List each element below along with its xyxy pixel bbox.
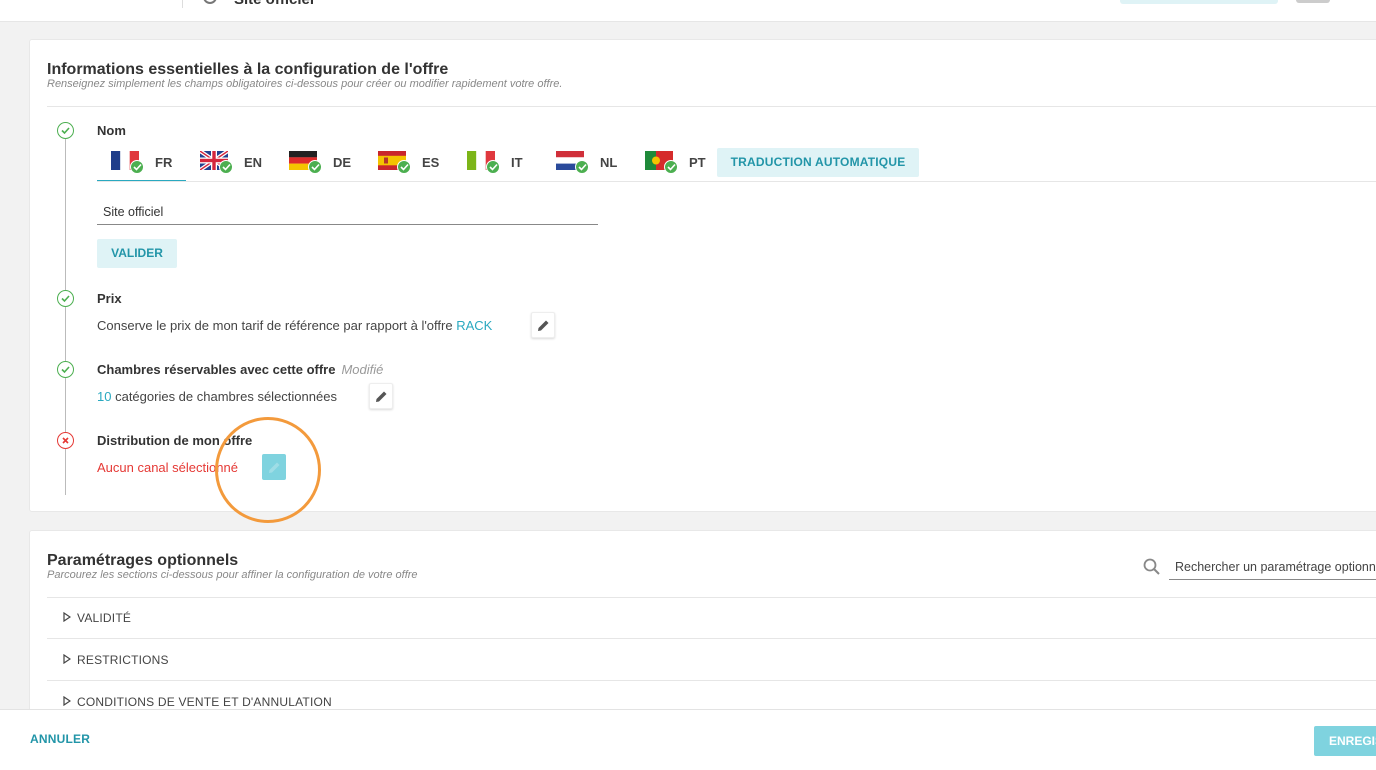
bottom-action-bar: ANNULER ENREGISTRER xyxy=(0,709,1376,770)
divider xyxy=(47,106,1376,107)
distribution-status: Aucun canal sélectionné xyxy=(97,460,238,475)
error-circle-icon xyxy=(57,432,74,449)
check-icon xyxy=(130,160,144,174)
optional-title: Paramétrages optionnels xyxy=(47,552,239,569)
offer-name-input[interactable] xyxy=(97,200,598,225)
price-description: Conserve le prix de mon tarif de référen… xyxy=(97,318,492,333)
rooms-label-text: Chambres réservables avec cette offre xyxy=(97,362,336,377)
optional-search-input[interactable] xyxy=(1169,555,1376,580)
offer-icon xyxy=(203,0,217,4)
tab-lang-code: NL xyxy=(600,155,618,170)
section-validite[interactable]: VALIDITÉ xyxy=(47,597,1376,639)
price-reference-link[interactable]: RACK xyxy=(456,318,492,333)
page-title: Site officiel xyxy=(234,0,314,8)
section-label: RESTRICTIONS xyxy=(77,653,169,667)
tab-lang-code: DE xyxy=(333,155,352,170)
tab-lang-fr[interactable]: FR xyxy=(97,148,186,182)
optional-subtitle: Parcourez les sections ci-dessous pour a… xyxy=(47,569,418,581)
distribution-label: Distribution de mon offre xyxy=(97,433,253,448)
section-label: VALIDITÉ xyxy=(77,611,132,625)
section-label: CONDITIONS DE VENTE ET D'ANNULATION xyxy=(77,695,332,709)
tab-lang-pt[interactable]: PT xyxy=(631,148,720,182)
rooms-label: Chambres réservables avec cette offre Mod… xyxy=(97,362,383,377)
rooms-count: 10 xyxy=(97,389,112,404)
modified-badge: Modifié xyxy=(341,362,384,377)
name-label: Nom xyxy=(97,123,126,138)
cancel-button[interactable]: ANNULER xyxy=(30,732,90,746)
price-text: Conserve le prix de mon tarif de référen… xyxy=(97,318,453,333)
tab-lang-code: PT xyxy=(689,155,706,170)
essentials-subtitle: Renseignez simplement les champs obligat… xyxy=(47,78,563,90)
top-header: Site officiel xyxy=(0,0,1376,22)
edit-rooms-button[interactable] xyxy=(369,383,393,409)
rooms-text: catégories de chambres sélectionnées xyxy=(115,389,337,404)
caret-right-icon xyxy=(63,654,71,664)
caret-right-icon xyxy=(63,612,71,622)
validate-button[interactable]: VALIDER xyxy=(97,239,177,268)
tab-lang-code: FR xyxy=(155,155,173,170)
save-button[interactable]: ENREGISTRER xyxy=(1314,726,1376,756)
edit-distribution-button[interactable] xyxy=(262,454,286,480)
tab-lang-code: EN xyxy=(244,155,263,170)
tab-lang-nl[interactable]: NL xyxy=(542,148,631,182)
tab-lang-de[interactable]: DE xyxy=(275,148,364,182)
auto-translate-button[interactable]: TRADUCTION AUTOMATIQUE xyxy=(717,148,919,177)
tab-lang-code: IT xyxy=(511,155,523,170)
tab-lang-es[interactable]: ES xyxy=(364,148,453,182)
check-circle-icon xyxy=(57,290,74,307)
check-icon xyxy=(486,160,500,174)
pencil-icon xyxy=(538,320,549,331)
check-icon xyxy=(575,160,589,174)
optional-settings-card: Paramétrages optionnels Parcourez les se… xyxy=(29,530,1376,730)
tab-lang-it[interactable]: IT xyxy=(453,148,542,182)
tabs-divider xyxy=(97,181,1376,182)
header-action-button[interactable] xyxy=(1120,0,1278,4)
check-icon xyxy=(219,160,233,174)
search-icon xyxy=(1143,558,1160,575)
tab-lang-en[interactable]: EN xyxy=(186,148,275,182)
essentials-title: Informations essentielles à la configura… xyxy=(47,61,449,78)
section-restrictions[interactable]: RESTRICTIONS xyxy=(47,639,1376,681)
header-separator xyxy=(182,0,183,8)
check-circle-icon xyxy=(57,122,74,139)
check-icon xyxy=(308,160,322,174)
pencil-icon xyxy=(376,391,387,402)
edit-price-button[interactable] xyxy=(531,312,555,338)
header-toggle[interactable] xyxy=(1296,0,1330,3)
essentials-card: Informations essentielles à la configura… xyxy=(29,39,1376,523)
check-icon xyxy=(397,160,411,174)
tab-lang-code: ES xyxy=(422,155,440,170)
caret-right-icon xyxy=(63,696,71,706)
price-label: Prix xyxy=(97,291,122,306)
check-circle-icon xyxy=(57,361,74,378)
check-icon xyxy=(664,160,678,174)
pencil-icon xyxy=(269,462,280,473)
rooms-description: 10 catégories de chambres sélectionnées xyxy=(97,389,337,404)
